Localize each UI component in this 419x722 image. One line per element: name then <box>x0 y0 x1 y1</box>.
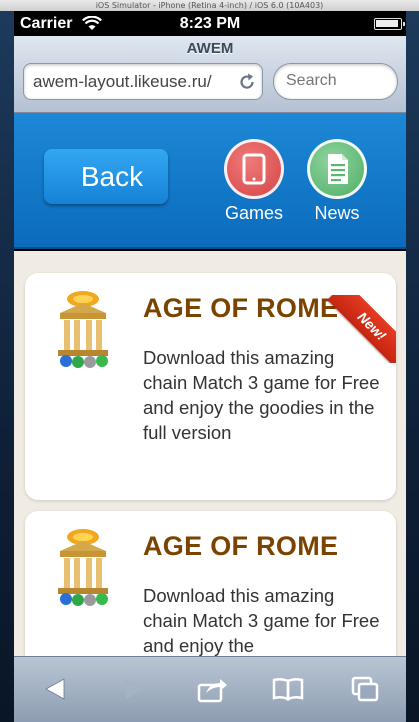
back-button-arrow <box>19 148 76 205</box>
game-title[interactable]: AGE OF ROME <box>143 293 338 324</box>
address-url[interactable]: awem-layout.likeuse.ru/ <box>33 72 233 92</box>
back-button[interactable]: Back <box>19 148 168 205</box>
page-title: AWEM <box>186 40 234 57</box>
forward-arrow-icon[interactable] <box>114 671 154 707</box>
back-button-label: Back <box>80 161 144 192</box>
document-icon <box>328 154 348 184</box>
temple-game-icon <box>58 529 108 606</box>
tablet-icon <box>242 153 266 185</box>
nav-news-label: News <box>314 203 360 223</box>
status-bar: Carrier 8:23 PM <box>14 11 406 36</box>
game-card[interactable]: AGE OF ROME Download this amazing chain … <box>25 511 396 656</box>
iphone-screen: Carrier 8:23 PM AWEM awem-layout.likeuse… <box>14 11 406 722</box>
bookmarks-icon[interactable] <box>268 671 308 707</box>
news-circle <box>307 139 367 199</box>
content-area: AGE OF ROME Download this amazing chain … <box>14 251 406 656</box>
reload-icon[interactable] <box>237 72 257 92</box>
battery-icon <box>374 18 405 30</box>
address-field[interactable]: awem-layout.likeuse.ru/ <box>23 63 263 100</box>
nav-news-button[interactable]: News <box>297 139 377 224</box>
new-ribbon: New! <box>328 295 396 363</box>
share-icon[interactable] <box>192 671 232 707</box>
clock: 8:23 PM <box>179 15 241 32</box>
games-circle <box>224 139 284 199</box>
nav-games-button[interactable]: Games <box>214 139 294 224</box>
search-field[interactable] <box>273 63 398 100</box>
back-arrow-icon[interactable] <box>36 671 76 707</box>
simulator-title-bar: iOS Simulator - iPhone (Retina 4-inch) /… <box>0 0 419 11</box>
game-card[interactable]: AGE OF ROME Download this amazing chain … <box>25 273 396 500</box>
temple-game-icon <box>58 291 108 368</box>
new-badge-label: New! <box>328 295 396 363</box>
desktop-background-left <box>0 11 14 722</box>
browser-toolbar <box>14 656 406 722</box>
desktop-background-right <box>406 11 419 722</box>
site-header: Back Games News <box>14 113 406 249</box>
browser-bar: AWEM awem-layout.likeuse.ru/ <box>14 36 406 113</box>
search-input[interactable] <box>286 72 386 90</box>
game-title[interactable]: AGE OF ROME <box>143 531 338 562</box>
tabs-icon[interactable] <box>345 671 385 707</box>
nav-games-label: Games <box>224 203 284 223</box>
game-description: Download this amazing chain Match 3 game… <box>143 585 380 656</box>
